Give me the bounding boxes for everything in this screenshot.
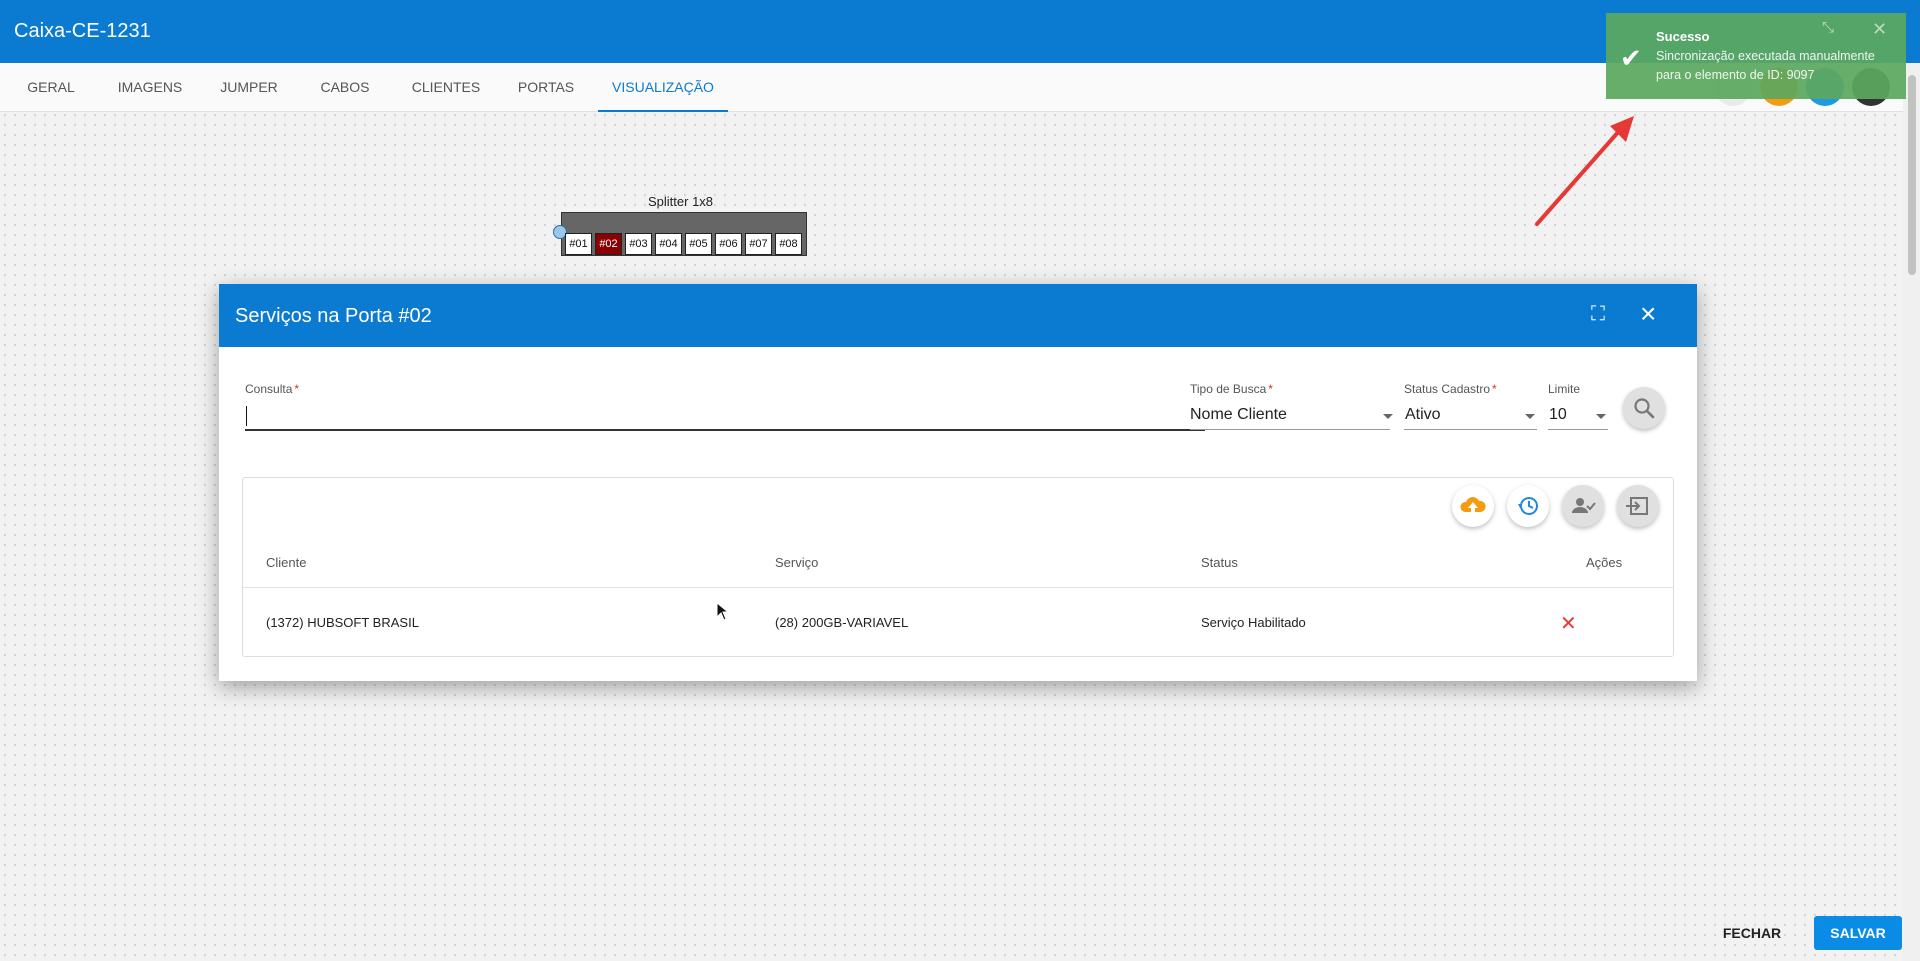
splitter-port-02[interactable]: #02 — [595, 233, 622, 255]
tab-imagens[interactable]: IMAGENS — [104, 63, 196, 112]
consulta-input[interactable] — [245, 402, 1205, 430]
limite-label: Limite — [1548, 382, 1581, 396]
search-button[interactable] — [1623, 387, 1665, 429]
fullscreen-icon[interactable]: ⛶ — [1591, 303, 1605, 326]
services-table: Cliente Serviço Status Ações (1372) HUBS… — [242, 477, 1674, 657]
tab-portas[interactable]: PORTAS — [506, 63, 586, 112]
services-dialog: Serviços na Porta #02 ⛶ × Consulta * Tipo… — [219, 284, 1697, 681]
column-header-acoes: Ações — [1586, 555, 1623, 570]
column-header-status[interactable]: Status — [1201, 555, 1238, 570]
chevron-down-icon[interactable] — [1596, 414, 1606, 419]
tipo-busca-select[interactable]: Nome Cliente — [1190, 406, 1287, 424]
cell-cliente: (1372) HUBSOFT BRASIL — [266, 615, 419, 630]
splitter-port-06[interactable]: #06 — [715, 233, 742, 255]
history-button[interactable] — [1507, 485, 1549, 527]
page-title: Caixa-CE-1231 — [14, 20, 151, 42]
close-icon[interactable]: × — [1640, 298, 1656, 330]
save-button[interactable]: SALVAR — [1814, 916, 1902, 950]
upload-button[interactable] — [1452, 485, 1494, 527]
toast-close-icon[interactable]: ✕ — [1872, 19, 1887, 40]
tab-cabos[interactable]: CABOS — [305, 63, 385, 112]
minimize-icon[interactable]: ⤡ — [1822, 19, 1834, 36]
history-icon — [1518, 497, 1538, 515]
tab-visualizacao[interactable]: VISUALIZAÇÃO — [598, 63, 728, 112]
column-header-cliente[interactable]: Cliente — [266, 555, 306, 570]
tipo-busca-underline — [1190, 429, 1390, 430]
splitter-port-01[interactable]: #01 — [565, 233, 592, 255]
tab-jumper[interactable]: JUMPER — [208, 63, 290, 112]
close-button[interactable]: FECHAR — [1712, 916, 1792, 950]
status-cadastro-select[interactable]: Ativo — [1405, 406, 1441, 424]
splitter-port-08[interactable]: #08 — [775, 233, 802, 255]
check-icon: ✔ — [1620, 43, 1642, 73]
person-check-icon — [1572, 498, 1596, 513]
splitter-port-07[interactable]: #07 — [745, 233, 772, 255]
tipo-busca-label: Tipo de Busca * — [1190, 382, 1273, 396]
dialog-title: Serviços na Porta #02 — [235, 305, 432, 327]
cell-status: Serviço Habilitado — [1201, 615, 1306, 630]
import-button[interactable] — [1617, 485, 1659, 527]
limite-underline — [1548, 429, 1608, 430]
column-header-servico[interactable]: Serviço — [775, 555, 818, 570]
tab-geral[interactable]: GERAL — [14, 63, 88, 112]
annotation-arrow-icon — [1535, 116, 1634, 226]
chevron-down-icon[interactable] — [1525, 414, 1535, 419]
search-icon — [1634, 398, 1655, 419]
cell-servico: (28) 200GB-VARIAVEL — [775, 615, 909, 630]
toast-message: Sincronização executada manualmente para… — [1656, 49, 1875, 82]
remove-service-icon[interactable]: ✕ — [1560, 611, 1577, 636]
assign-client-button[interactable] — [1562, 485, 1604, 527]
status-cadastro-underline — [1404, 429, 1537, 430]
splitter-port-03[interactable]: #03 — [625, 233, 652, 255]
dialog-header: Serviços na Porta #02 ⛶ × — [219, 284, 1697, 347]
toast-title: Sucesso — [1656, 29, 1710, 44]
mouse-pointer-icon — [716, 602, 730, 621]
chevron-down-icon[interactable] — [1383, 414, 1393, 419]
limite-select[interactable]: 10 — [1549, 406, 1567, 424]
cloud-upload-icon — [1460, 497, 1486, 512]
consulta-underline — [245, 429, 1205, 431]
consulta-label: Consulta * — [245, 382, 300, 396]
status-cadastro-label: Status Cadastro * — [1404, 382, 1497, 396]
row-divider — [243, 587, 1673, 588]
scrollbar-thumb[interactable] — [1908, 75, 1916, 275]
splitter-port-04[interactable]: #04 — [655, 233, 682, 255]
tab-clientes[interactable]: CLIENTES — [401, 63, 491, 112]
success-toast[interactable]: ✔ Sucesso Sincronização executada manual… — [1606, 13, 1906, 99]
splitter-port-05[interactable]: #05 — [685, 233, 712, 255]
splitter-title: Splitter 1x8 — [648, 194, 714, 209]
input-icon — [1626, 497, 1648, 515]
